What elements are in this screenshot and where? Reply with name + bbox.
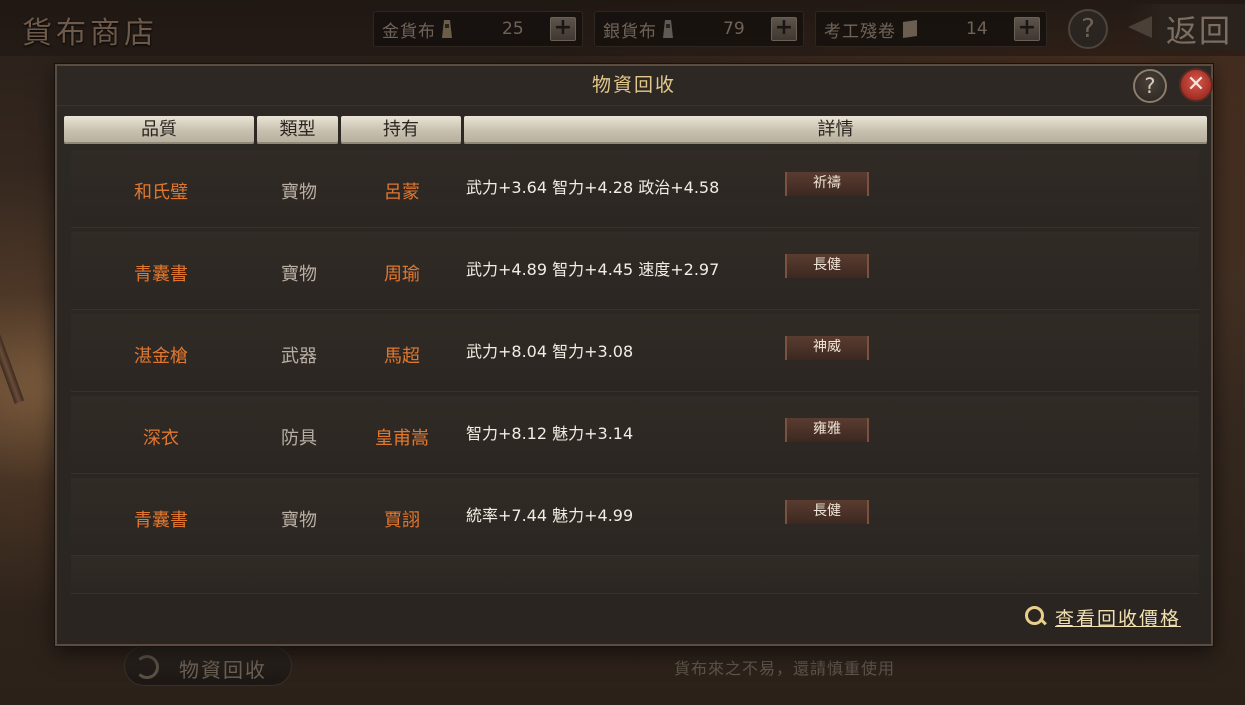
type-cell: 寶物 (281, 510, 317, 531)
attributes-cell: 武力+8.04 智力+3.08 (466, 342, 634, 361)
quality-cell: 和氏璧 (134, 182, 188, 203)
help-button[interactable]: ? (1068, 9, 1108, 49)
currency-gold: 金貨布 25 + (373, 11, 583, 47)
table-row[interactable]: 和氏璧 寶物 呂蒙 武力+3.64 智力+4.28 政治+4.58 祈禱 (71, 150, 1199, 228)
add-gold-button[interactable]: + (550, 17, 576, 41)
empty-row (71, 556, 1199, 594)
currency-scroll: 考工殘卷 14 + (815, 11, 1047, 47)
skill-badge[interactable]: 長健 (785, 254, 869, 278)
view-price-link[interactable]: 查看回收價格 (1025, 602, 1181, 632)
type-cell: 武器 (281, 346, 317, 367)
silver-coin-icon (663, 20, 673, 38)
scroll-icon (903, 20, 917, 38)
table-row[interactable]: 青囊書 寶物 周瑜 武力+4.89 智力+4.45 速度+2.97 長健 (71, 232, 1199, 310)
view-price-label: 查看回收價格 (1055, 607, 1182, 630)
skill-badge[interactable]: 雍雅 (785, 418, 869, 442)
close-button[interactable]: ✕ (1179, 68, 1213, 102)
add-silver-button[interactable]: + (771, 17, 797, 41)
skill-badge[interactable]: 祈禱 (785, 172, 869, 196)
skill-badge[interactable]: 長健 (785, 500, 869, 524)
currency-label: 金貨布 (382, 21, 436, 42)
return-button[interactable]: 返回 (1128, 4, 1245, 50)
attributes-cell: 統率+7.44 魅力+4.99 (466, 506, 634, 525)
dialog-title: 物資回收 (57, 66, 1211, 106)
owner-cell: 呂蒙 (384, 182, 420, 203)
top-bar: 貨布商店 金貨布 25 + 銀貨布 79 + 考工殘卷 14 + ? 返回 (0, 0, 1245, 56)
recycle-dialog: 物資回收 ? ✕ 品質 類型 持有 詳情 和氏璧 寶物 呂蒙 武力+3.64 智… (55, 64, 1213, 646)
column-header-details[interactable]: 詳情 (464, 116, 1207, 144)
recycle-icon (135, 655, 159, 679)
owner-cell: 周瑜 (384, 264, 420, 285)
table-row[interactable]: 青囊書 寶物 賈詡 統率+7.44 魅力+4.99 長健 (71, 478, 1199, 556)
attributes-cell: 武力+4.89 智力+4.45 速度+2.97 (466, 260, 720, 279)
currency-silver: 銀貨布 79 + (594, 11, 804, 47)
type-cell: 寶物 (281, 182, 317, 203)
quality-cell: 湛金槍 (134, 346, 188, 367)
owner-cell: 賈詡 (384, 510, 420, 531)
currency-value: 14 (966, 19, 988, 39)
recycle-button[interactable]: 物資回收 (124, 646, 292, 686)
return-label: 返回 (1166, 14, 1232, 50)
attributes-cell: 武力+3.64 智力+4.28 政治+4.58 (466, 178, 720, 197)
owner-cell: 馬超 (384, 346, 420, 367)
table-row[interactable]: 湛金槍 武器 馬超 武力+8.04 智力+3.08 神威 (71, 314, 1199, 392)
column-header-quality[interactable]: 品質 (64, 116, 254, 144)
quality-cell: 青囊書 (134, 264, 188, 285)
quality-cell: 青囊書 (134, 510, 188, 531)
usage-tip: 貨布來之不易，還請慎重使用 (674, 659, 896, 678)
currency-value: 79 (723, 19, 745, 39)
attributes-cell: 智力+8.12 魅力+3.14 (466, 424, 634, 443)
currency-label: 銀貨布 (603, 21, 657, 42)
skill-badge[interactable]: 神威 (785, 336, 869, 360)
back-arrow-icon (1128, 16, 1152, 38)
magnifier-icon (1025, 606, 1047, 628)
column-header-owner[interactable]: 持有 (341, 116, 461, 144)
owner-cell: 皇甫嵩 (375, 428, 429, 449)
add-scroll-button[interactable]: + (1014, 17, 1040, 41)
table-row[interactable]: 深衣 防具 皇甫嵩 智力+8.12 魅力+3.14 雍雅 (71, 396, 1199, 474)
type-cell: 寶物 (281, 264, 317, 285)
shop-title: 貨布商店 (22, 16, 158, 51)
currency-label: 考工殘卷 (824, 21, 896, 42)
column-header-type[interactable]: 類型 (257, 116, 338, 144)
dialog-help-button[interactable]: ? (1133, 69, 1167, 103)
gold-coin-icon (442, 20, 452, 38)
quality-cell: 深衣 (143, 428, 179, 449)
type-cell: 防具 (281, 428, 317, 449)
currency-value: 25 (502, 19, 524, 39)
recycle-label: 物資回收 (179, 658, 267, 682)
